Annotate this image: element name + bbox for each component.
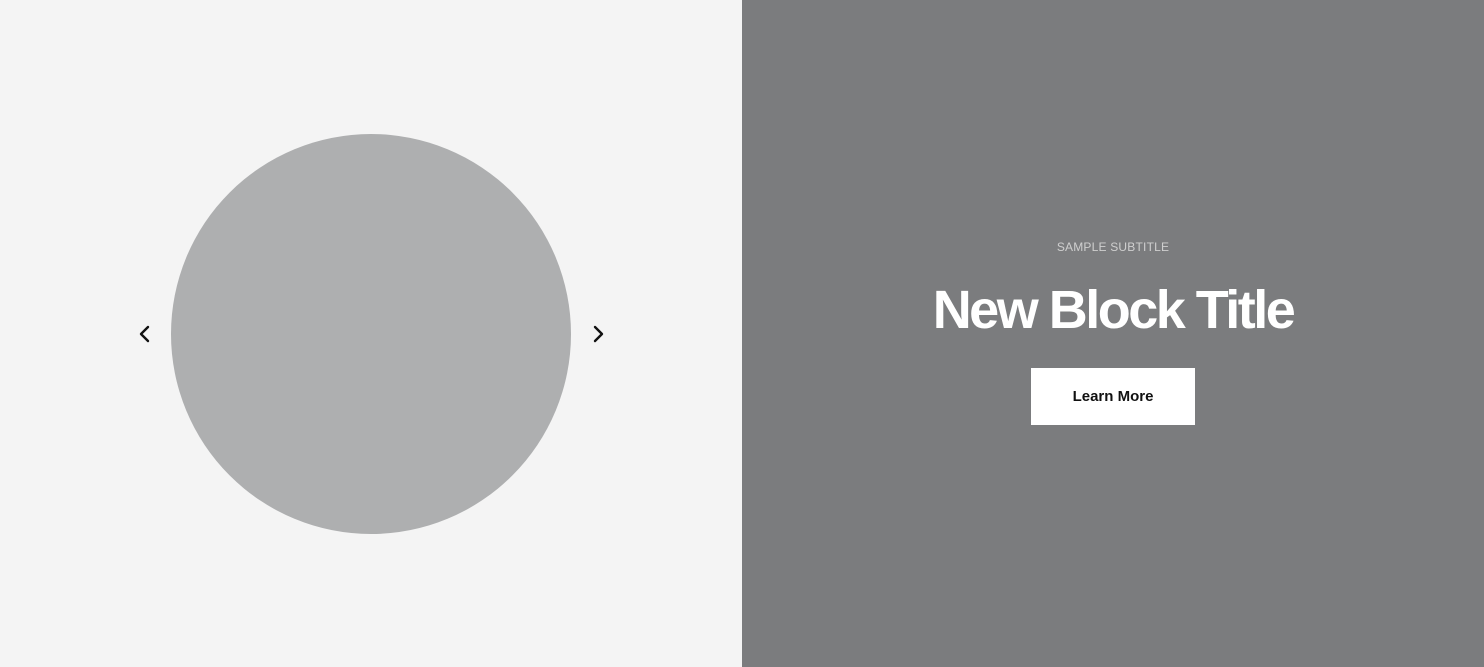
content-block: SAMPLE SUBTITLE New Block Title Learn Mo…	[742, 0, 1484, 667]
image-placeholder	[171, 134, 571, 534]
learn-more-button[interactable]: Learn More	[1031, 368, 1195, 425]
slider-next-button[interactable]	[584, 320, 612, 348]
media-slider	[0, 0, 742, 667]
chevron-left-icon	[138, 324, 152, 344]
chevron-right-icon	[591, 324, 605, 344]
slider-prev-button[interactable]	[131, 320, 159, 348]
page: SAMPLE SUBTITLE New Block Title Learn Mo…	[0, 0, 1484, 667]
block-title: New Block Title	[932, 280, 1296, 340]
block-subtitle: SAMPLE SUBTITLE	[1056, 240, 1170, 254]
